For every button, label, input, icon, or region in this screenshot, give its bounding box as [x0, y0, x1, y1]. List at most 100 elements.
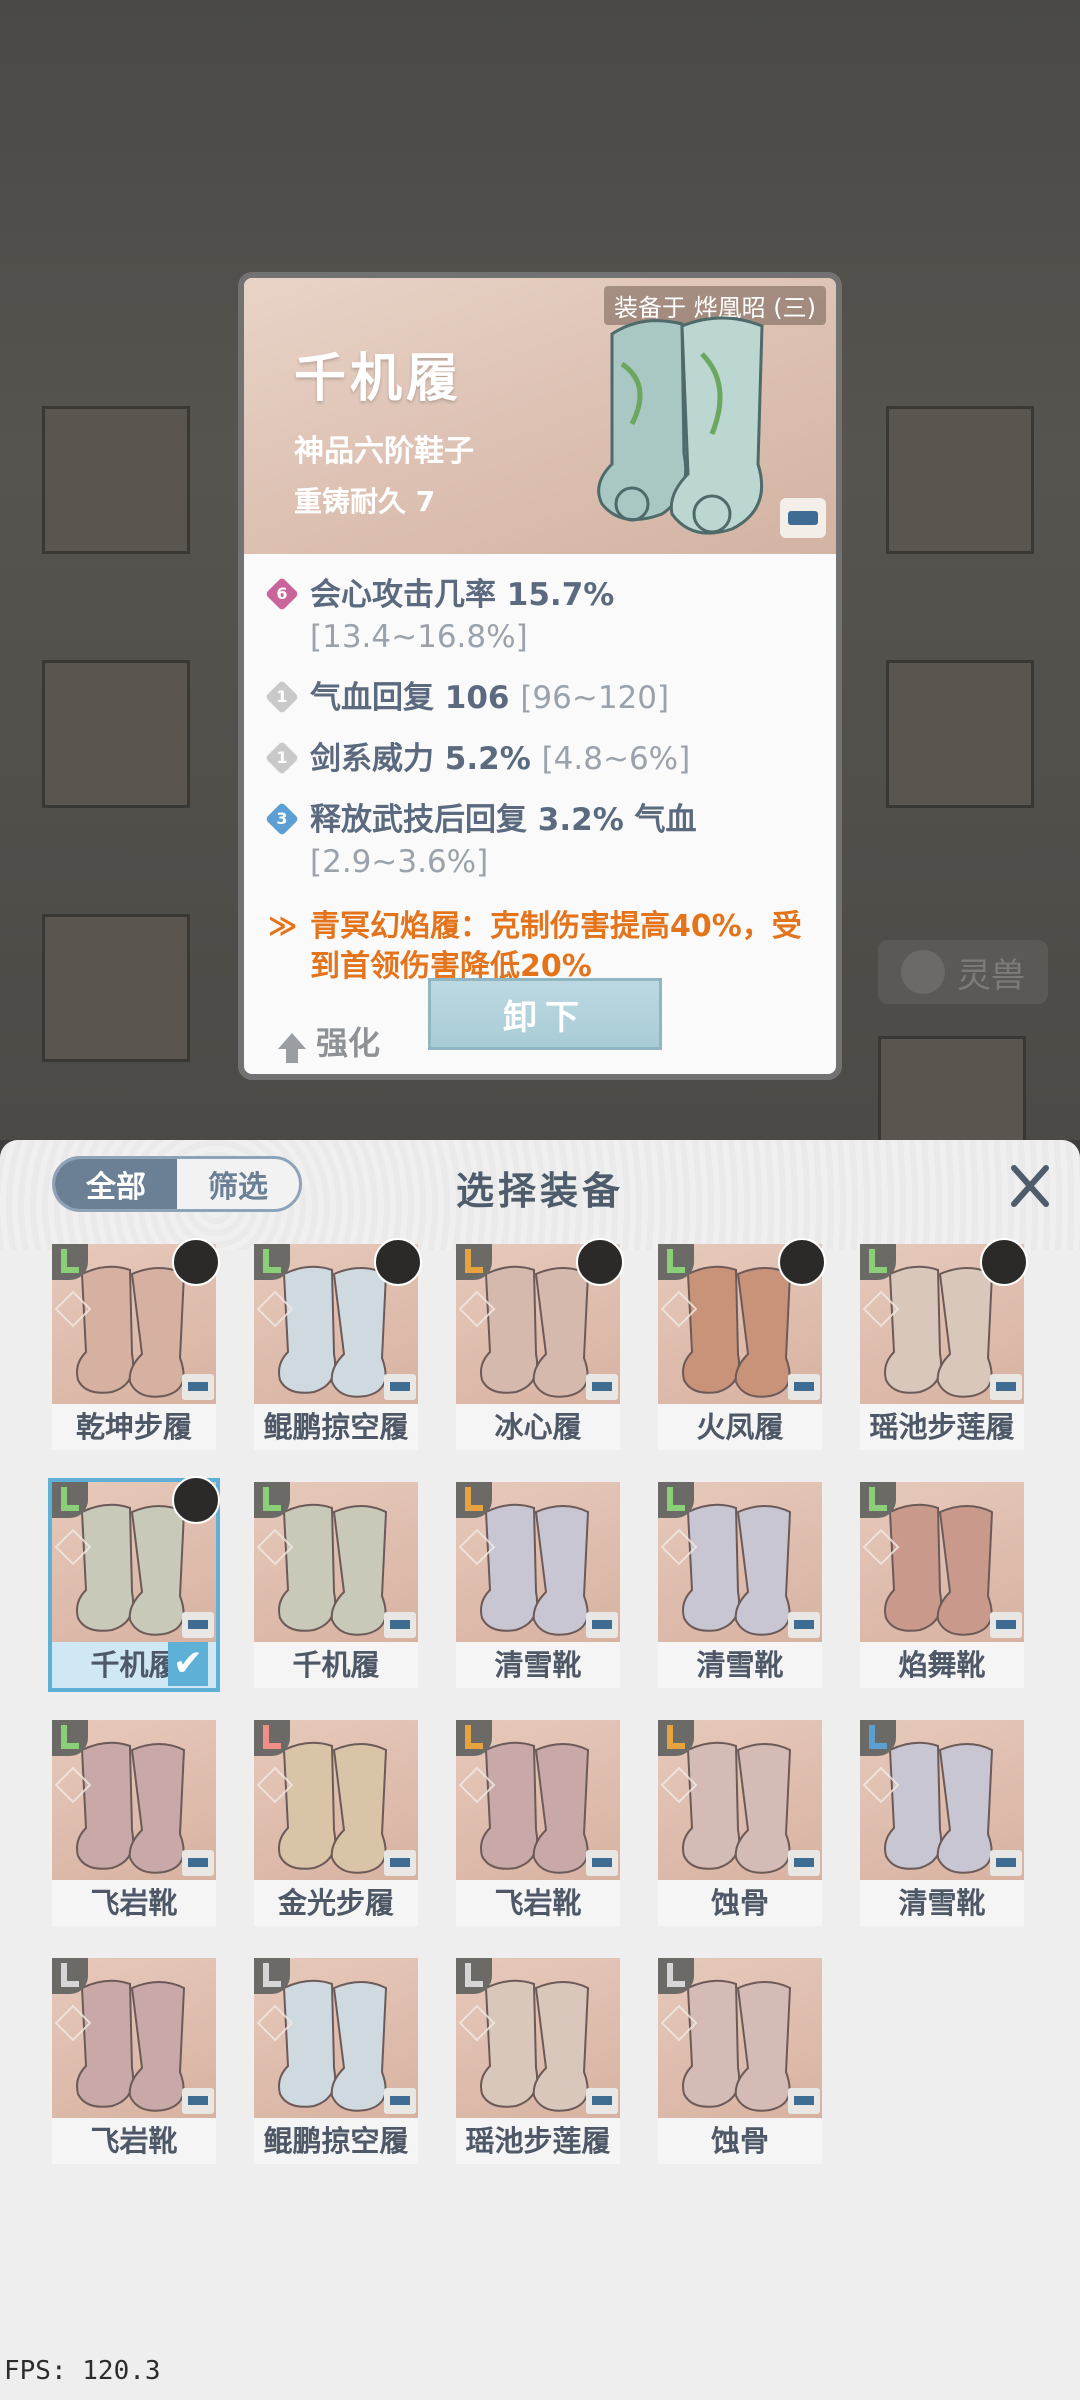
boot-slot-icon	[860, 1482, 896, 1518]
panel-title: 选择装备	[455, 1169, 624, 1213]
boot-slot-icon	[658, 1482, 694, 1518]
equipment-name: 鲲鹏掠空履	[254, 1404, 418, 1450]
equipment-item[interactable]: 飞岩靴	[52, 1958, 216, 2164]
boot-slot-icon	[52, 1720, 88, 1756]
equipment-item[interactable]: 鲲鹏掠空履	[254, 1238, 422, 1450]
background-slot-boots	[42, 914, 190, 1062]
item-title: 千机履	[294, 349, 463, 409]
equipment-name: 火凤履	[658, 1404, 822, 1450]
boot-slot-icon	[254, 1244, 290, 1280]
storage-chest-icon	[182, 2088, 214, 2114]
equipment-item[interactable]: 千机履 ✔	[48, 1476, 220, 1692]
spirit-beast-label: 灵兽	[957, 955, 1025, 996]
equipment-item[interactable]: 飞岩靴	[52, 1720, 216, 1926]
character-avatar	[980, 1238, 1028, 1286]
equipment-item[interactable]: 冰心履	[456, 1238, 624, 1450]
storage-chest-icon	[788, 1612, 820, 1638]
equipment-item[interactable]: 飞岩靴	[456, 1720, 620, 1926]
unequip-button[interactable]: 卸下	[428, 978, 662, 1050]
equipment-name: 瑶池步莲履	[860, 1404, 1024, 1450]
storage-chest-icon	[990, 1612, 1022, 1638]
boot-slot-icon	[456, 1482, 492, 1518]
storage-chest-icon	[384, 1374, 416, 1400]
equipment-name: 瑶池步莲履	[456, 2118, 620, 2164]
character-avatar	[172, 1476, 220, 1524]
storage-chest-icon	[586, 1850, 618, 1876]
background-slot-armor	[886, 406, 1034, 554]
storage-chest-icon	[990, 1374, 1022, 1400]
stat-sword-power: 1 剑系威力 5.2% [4.8~6%]	[265, 738, 826, 780]
spirit-beast-tab: 灵兽	[878, 940, 1048, 1004]
equipment-item[interactable]: 火凤履	[658, 1238, 826, 1450]
storage-chest-icon	[384, 2088, 416, 2114]
storage-chest-icon	[990, 1850, 1022, 1876]
storage-chest-icon	[182, 1374, 214, 1400]
equipment-item[interactable]: 瑶池步莲履	[456, 1958, 620, 2164]
equipment-name: 飞岩靴	[52, 1880, 216, 1926]
stat-crit-rate: 6 会心攻击几率 15.7% [13.4~16.8%]	[265, 574, 826, 658]
equipment-item[interactable]: 千机履	[254, 1482, 418, 1688]
item-grade: 神品六阶鞋子	[294, 434, 474, 469]
set-bonus-icon: ≫	[268, 909, 298, 942]
tier-3-icon: 3	[265, 802, 299, 836]
equipment-item[interactable]: 金光步履	[254, 1720, 418, 1926]
equipment-item[interactable]: 鲲鹏掠空履	[254, 1958, 418, 2164]
equipment-name: 清雪靴	[860, 1880, 1024, 1926]
storage-chest-icon	[788, 2088, 820, 2114]
equipment-item[interactable]: 焰舞靴	[860, 1482, 1024, 1688]
tier-1-icon: 1	[265, 741, 299, 775]
equipment-name: 冰心履	[456, 1404, 620, 1450]
background-slot-accessory	[886, 660, 1034, 808]
boot-slot-icon	[658, 1244, 694, 1280]
character-avatar	[778, 1238, 826, 1286]
equipment-item[interactable]: 乾坤步履	[52, 1238, 220, 1450]
boot-slot-icon	[52, 1244, 88, 1280]
storage-chest-icon	[586, 1374, 618, 1400]
close-icon[interactable]	[1004, 1160, 1056, 1212]
spirit-beast-icon	[901, 950, 945, 994]
storage-chest-icon	[586, 1612, 618, 1638]
equipment-item[interactable]: 瑶池步莲履	[860, 1238, 1028, 1450]
equipment-name: 鲲鹏掠空履	[254, 2118, 418, 2164]
equipment-name: 蚀骨	[658, 1880, 822, 1926]
character-avatar	[374, 1238, 422, 1286]
item-header: 装备于 烨凰昭 (三) 千机履 神品六阶鞋子 重铸耐久 7	[244, 278, 836, 554]
upgrade-button[interactable]: 强化	[278, 1018, 380, 1064]
boot-slot-icon	[456, 1958, 492, 1994]
equipment-name: 飞岩靴	[52, 2118, 216, 2164]
fps-counter: FPS: 120.3	[4, 2356, 161, 2386]
boot-slot-icon	[658, 1958, 694, 1994]
storage-chest-icon	[384, 1850, 416, 1876]
equipment-name: 清雪靴	[456, 1642, 620, 1688]
upgrade-arrow-icon	[278, 1033, 306, 1063]
equipment-item[interactable]: 蚀骨	[658, 1720, 822, 1926]
boot-slot-icon	[52, 1958, 88, 1994]
storage-chest-icon	[788, 1374, 820, 1400]
storage-chest-icon	[586, 2088, 618, 2114]
equipment-name: 乾坤步履	[52, 1404, 216, 1450]
storage-chest-icon	[182, 1612, 214, 1638]
boot-slot-icon	[456, 1244, 492, 1280]
storage-chest-icon	[788, 1850, 820, 1876]
equipment-item[interactable]: 清雪靴	[456, 1482, 620, 1688]
character-avatar	[576, 1238, 624, 1286]
tier-6-icon: 6	[265, 577, 299, 611]
storage-chest-icon[interactable]	[780, 498, 826, 538]
equipment-item[interactable]: 蚀骨	[658, 1958, 822, 2164]
character-avatar	[172, 1238, 220, 1286]
equipment-name: 焰舞靴	[860, 1642, 1024, 1688]
equipment-name: 蚀骨	[658, 2118, 822, 2164]
stat-hp-regen: 1 气血回复 106 [96~120]	[265, 677, 826, 719]
item-durability: 重铸耐久 7	[294, 485, 436, 518]
background-slot-helmet	[42, 660, 190, 808]
check-icon: ✔	[168, 1642, 208, 1686]
boot-slot-icon	[254, 1482, 290, 1518]
boots-illustration	[597, 316, 764, 535]
boot-slot-icon	[658, 1720, 694, 1756]
upgrade-label: 强化	[316, 1024, 381, 1062]
storage-chest-icon	[182, 1850, 214, 1876]
equipment-item[interactable]: 清雪靴	[658, 1482, 822, 1688]
boot-slot-icon	[52, 1482, 88, 1518]
stat-skill-regen: 3 释放武技后回复 3.2% 气血 [2.9~3.6%]	[265, 799, 826, 883]
equipment-item[interactable]: 清雪靴	[860, 1720, 1024, 1926]
